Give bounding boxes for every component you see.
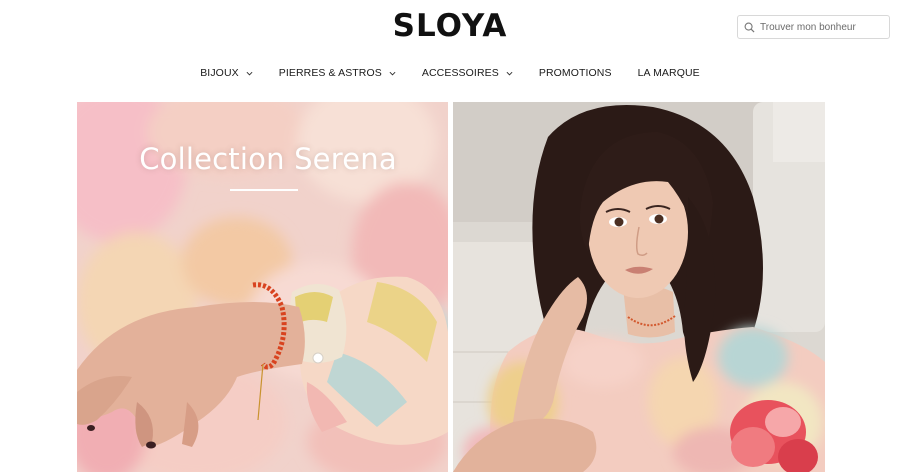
main-nav: BIJOUX PIERRES & ASTROS ACCESSOIRES PROM… [0,67,900,79]
chevron-down-icon [246,71,253,75]
nav-item-la-marque[interactable]: LA MARQUE [625,67,713,79]
chevron-down-icon [389,71,396,75]
nav-item-pierres-astros[interactable]: PIERRES & ASTROS [266,67,409,79]
chevron-down-icon [506,71,513,75]
nav-item-label: PROMOTIONS [538,67,612,79]
hero-model-portrait[interactable] [453,102,825,472]
nav-item-label: ACCESSOIRES [421,67,499,79]
hero-image-model [453,102,825,472]
search-icon [744,22,755,33]
nav-item-label: PIERRES & ASTROS [278,67,382,79]
search-box[interactable] [737,15,890,39]
title-underline [230,189,298,191]
search-input[interactable] [760,21,888,33]
nav-item-promotions[interactable]: PROMOTIONS [526,67,625,79]
page: SLOYA BIJOUX PIERRES & ASTROS ACCESSOIRE… [0,0,900,472]
hero-collection-serena[interactable]: Collection Serena [77,102,448,472]
nav-item-bijoux[interactable]: BIJOUX [187,67,266,79]
nav-item-label: LA MARQUE [637,67,700,79]
nav-item-accessoires[interactable]: ACCESSOIRES [409,67,526,79]
collection-title[interactable]: Collection Serena [77,142,448,176]
nav-item-label: BIJOUX [200,67,239,79]
